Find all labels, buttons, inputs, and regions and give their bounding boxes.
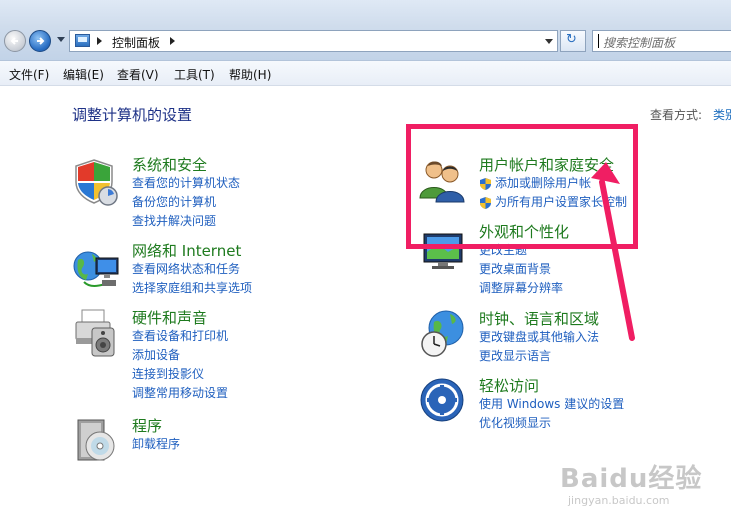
programs-icon[interactable]: [72, 416, 122, 466]
watermark-url: jingyan.baidu.com: [568, 494, 670, 507]
address-field[interactable]: 控制面板: [69, 30, 558, 52]
menu-view[interactable]: 查看(V): [117, 66, 159, 83]
uninstall-program-link[interactable]: 卸载程序: [132, 435, 180, 454]
display-language-link[interactable]: 更改显示语言: [479, 347, 599, 366]
address-history-dropdown-icon[interactable]: [545, 39, 553, 44]
watermark-logo: Baidu经验: [560, 464, 703, 494]
screen-resolution-link[interactable]: 调整屏幕分辨率: [479, 279, 569, 298]
recent-pages-dropdown-icon[interactable]: [57, 37, 65, 42]
view-computer-status-link[interactable]: 查看您的计算机状态: [132, 174, 240, 193]
hardware-title[interactable]: 硬件和声音: [132, 309, 228, 327]
connect-projector-link[interactable]: 连接到投影仪: [132, 365, 228, 384]
breadcrumb-control-panel[interactable]: 控制面板: [112, 34, 160, 51]
menu-tools[interactable]: 工具(T): [174, 66, 215, 83]
recommended-settings-link[interactable]: 使用 Windows 建议的设置: [479, 395, 624, 414]
hardware-printer-icon[interactable]: [72, 308, 122, 358]
breadcrumb-separator-icon[interactable]: [170, 37, 175, 45]
breadcrumb-separator-icon[interactable]: [97, 37, 102, 45]
ease-of-access-icon[interactable]: [418, 376, 468, 426]
refresh-icon: ↻: [566, 32, 577, 47]
address-bar-area: 控制面板 ↻ 搜索控制面板: [0, 0, 731, 61]
search-input[interactable]: 搜索控制面板: [592, 30, 731, 52]
category-hardware: 硬件和声音 查看设备和打印机 添加设备 连接到投影仪 调整常用移动设置: [132, 309, 228, 403]
menu-file[interactable]: 文件(F): [9, 66, 49, 83]
system-security-shield-icon[interactable]: [72, 156, 122, 206]
category-network: 网络和 Internet 查看网络状态和任务 选择家庭组和共享选项: [132, 242, 252, 298]
backup-computer-link[interactable]: 备份您的计算机: [132, 193, 240, 212]
search-placeholder: 搜索控制面板: [603, 36, 676, 50]
view-by-dropdown[interactable]: 类别: [713, 106, 731, 123]
refresh-button[interactable]: ↻: [560, 30, 586, 52]
category-system-security: 系统和安全 查看您的计算机状态 备份您的计算机 查找并解决问题: [132, 156, 240, 231]
network-title[interactable]: 网络和 Internet: [132, 242, 252, 260]
desktop-background-link[interactable]: 更改桌面背景: [479, 260, 569, 279]
category-clock-language: 时钟、语言和区域 更改键盘或其他输入法 更改显示语言: [479, 310, 599, 366]
category-programs: 程序 卸载程序: [132, 417, 180, 454]
programs-title[interactable]: 程序: [132, 417, 180, 435]
optimize-display-link[interactable]: 优化视频显示: [479, 414, 624, 433]
forward-arrow-icon: [37, 37, 45, 45]
homegroup-sharing-link[interactable]: 选择家庭组和共享选项: [132, 279, 252, 298]
network-globe-icon[interactable]: [72, 244, 122, 294]
ease-of-access-title[interactable]: 轻松访问: [479, 377, 624, 395]
add-device-link[interactable]: 添加设备: [132, 346, 228, 365]
network-status-link[interactable]: 查看网络状态和任务: [132, 260, 252, 279]
category-ease-of-access: 轻松访问 使用 Windows 建议的设置 优化视频显示: [479, 377, 624, 433]
forward-button[interactable]: [29, 30, 51, 52]
view-by-label: 查看方式:: [650, 108, 703, 122]
menu-bar: 文件(F) 编辑(E) 查看(V) 工具(T) 帮助(H): [0, 61, 731, 86]
change-input-method-link[interactable]: 更改键盘或其他输入法: [479, 328, 599, 347]
back-button[interactable]: [4, 30, 26, 52]
back-arrow-icon: [10, 37, 18, 45]
system-security-title[interactable]: 系统和安全: [132, 156, 240, 174]
highlight-annotation-box: [406, 124, 638, 249]
clock-language-title[interactable]: 时钟、语言和区域: [479, 310, 599, 328]
menu-edit[interactable]: 编辑(E): [63, 66, 104, 83]
devices-printers-link[interactable]: 查看设备和打印机: [132, 327, 228, 346]
page-title: 调整计算机的设置: [72, 106, 193, 124]
watermark: Baidu经验 jingyan.baidu.com: [560, 454, 730, 524]
troubleshoot-link[interactable]: 查找并解决问题: [132, 212, 240, 231]
control-panel-icon: [75, 34, 90, 47]
clock-language-region-icon[interactable]: [418, 308, 468, 358]
mobility-settings-link[interactable]: 调整常用移动设置: [132, 384, 228, 403]
menu-help[interactable]: 帮助(H): [229, 66, 271, 83]
text-caret: [598, 34, 599, 48]
